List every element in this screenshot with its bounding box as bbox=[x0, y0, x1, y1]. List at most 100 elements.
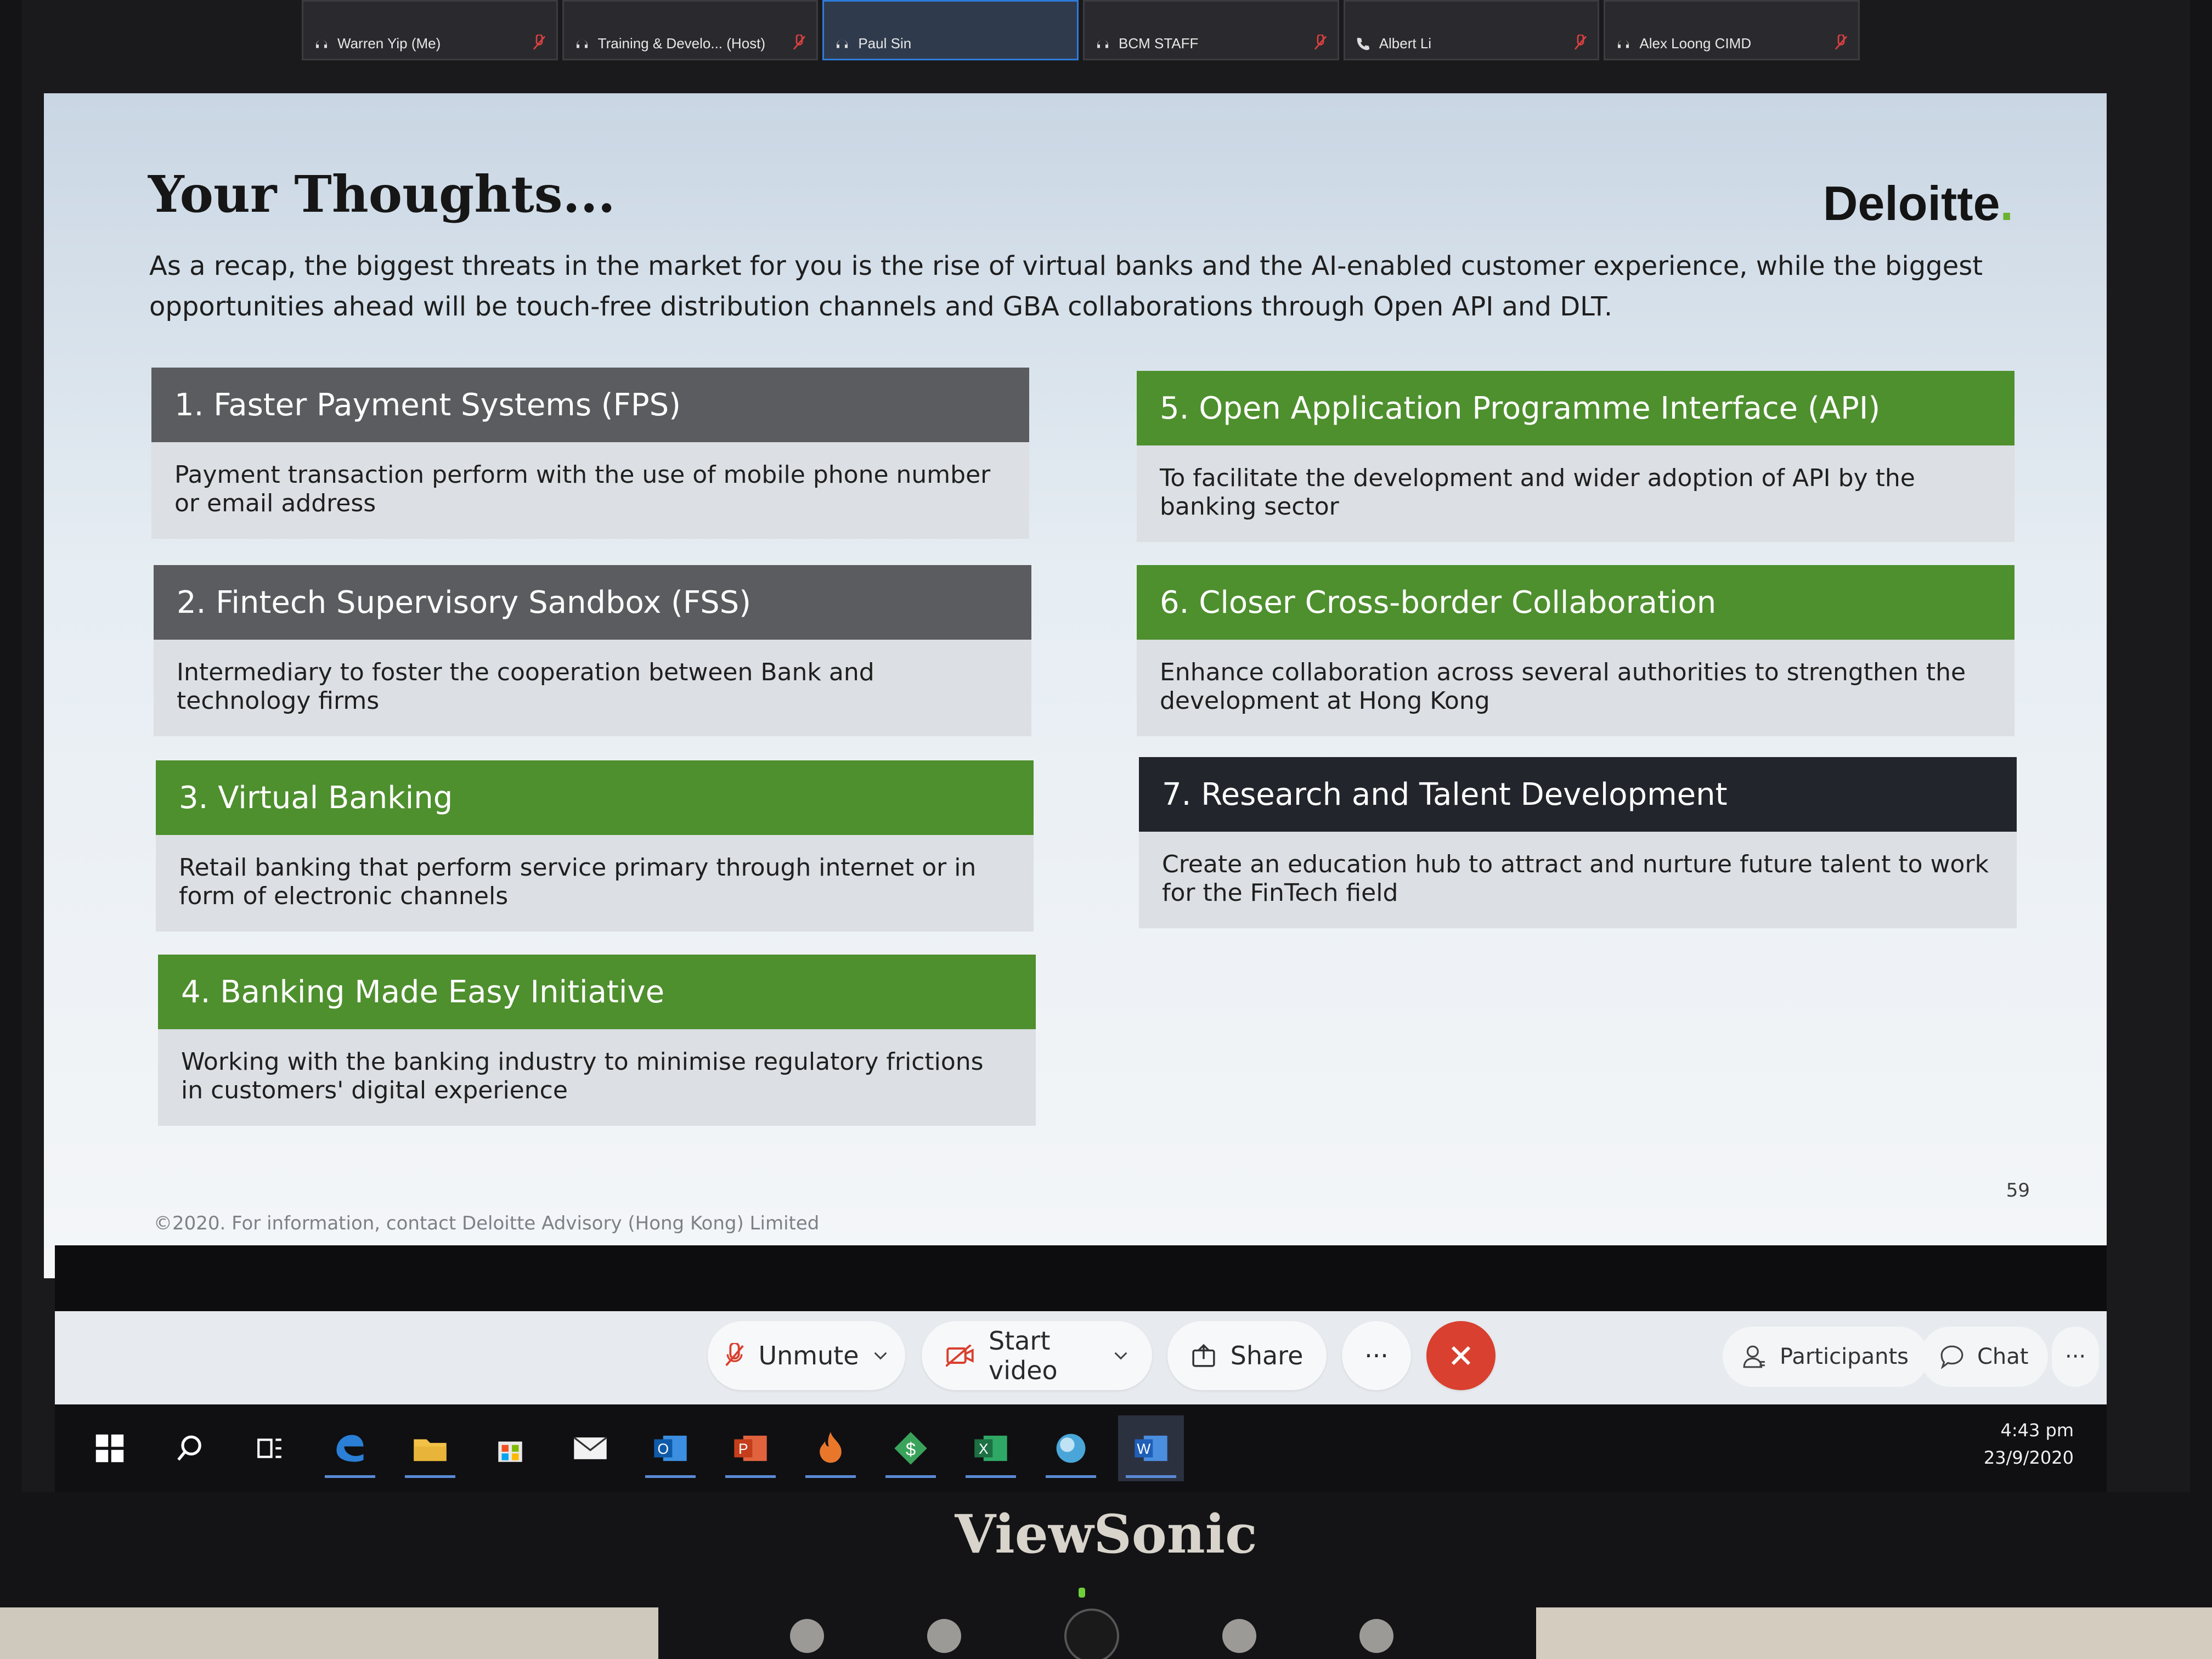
meeting-divider-bar bbox=[55, 1245, 2107, 1322]
headset-icon bbox=[1097, 40, 1109, 48]
logo-dot: . bbox=[2000, 176, 2013, 230]
card-body: Intermediary to foster the cooperation b… bbox=[154, 640, 1031, 736]
participant-strip: Warren Yip (Me) Training & Develo... (Ho… bbox=[302, 0, 1860, 60]
desk-surface bbox=[1536, 1607, 2212, 1659]
svg-text:O: O bbox=[658, 1441, 669, 1457]
microsoft-store-icon[interactable] bbox=[477, 1415, 543, 1481]
power-led bbox=[1079, 1588, 1085, 1598]
running-indicator bbox=[325, 1475, 375, 1478]
svg-text:$: $ bbox=[906, 1439, 916, 1459]
participant-tile[interactable]: Warren Yip (Me) bbox=[302, 0, 558, 60]
monitor-button[interactable] bbox=[927, 1619, 961, 1653]
topic-card: 1. Faster Payment Systems (FPS) Payment … bbox=[151, 368, 1029, 539]
slide-intro: As a recap, the biggest threats in the m… bbox=[149, 251, 1983, 322]
search-icon[interactable] bbox=[157, 1415, 223, 1481]
slide-page-number: 59 bbox=[2006, 1180, 2030, 1201]
phone-icon bbox=[1357, 37, 1369, 50]
more-options-button[interactable]: ··· bbox=[1342, 1321, 1411, 1390]
edge-browser-icon[interactable] bbox=[317, 1415, 383, 1481]
card-body: Create an education hub to attract and n… bbox=[1139, 832, 2017, 928]
slide-footer: ©2020. For information, contact Deloitte… bbox=[154, 1212, 820, 1234]
task-view-icon[interactable] bbox=[237, 1415, 303, 1481]
topic-card: 5. Open Application Programme Interface … bbox=[1137, 371, 2015, 542]
start-video-button[interactable]: Start video bbox=[922, 1321, 1152, 1390]
card-body: Retail banking that perform service prim… bbox=[156, 835, 1034, 932]
logo-text: Deloitte bbox=[1822, 176, 2000, 230]
chevron-down-icon[interactable] bbox=[1114, 1351, 1128, 1361]
share-label: Share bbox=[1230, 1341, 1304, 1370]
monitor-brand-logo: ViewSonic bbox=[955, 1503, 1257, 1565]
running-indicator bbox=[725, 1475, 776, 1478]
participant-tile[interactable]: Alex Loong CIMD bbox=[1604, 0, 1860, 60]
clock-date: 23/9/2020 bbox=[1983, 1447, 2074, 1468]
file-explorer-icon[interactable] bbox=[397, 1415, 463, 1481]
word-icon[interactable]: W bbox=[1118, 1415, 1184, 1481]
card-title: 2. Fintech Supervisory Sandbox (FSS) bbox=[154, 565, 1031, 640]
running-indicator bbox=[1046, 1475, 1096, 1478]
chat-button[interactable]: Chat bbox=[1920, 1327, 2049, 1387]
participant-tile[interactable]: BCM STAFF bbox=[1083, 0, 1339, 60]
participant-tile[interactable]: Albert Li bbox=[1343, 0, 1600, 60]
unmute-label: Unmute bbox=[758, 1341, 859, 1370]
card-body: Enhance collaboration across several aut… bbox=[1137, 640, 2015, 736]
muted-mic-icon bbox=[1835, 35, 1848, 50]
excel-icon[interactable]: X bbox=[958, 1415, 1024, 1481]
monitor-button[interactable] bbox=[790, 1619, 824, 1653]
desk-surface bbox=[0, 1607, 658, 1659]
svg-text:P: P bbox=[738, 1441, 748, 1457]
monitor-buttons bbox=[790, 1609, 1393, 1659]
slide-title: Your Thoughts... bbox=[148, 165, 616, 224]
headset-icon bbox=[316, 40, 327, 48]
running-indicator bbox=[645, 1475, 696, 1478]
overflow-label: ··· bbox=[2065, 1344, 2086, 1369]
monitor: Warren Yip (Me) Training & Develo... (Ho… bbox=[0, 0, 2212, 1659]
start-video-label: Start video bbox=[989, 1326, 1058, 1385]
headset-icon bbox=[837, 40, 848, 48]
card-title: 3. Virtual Banking bbox=[156, 760, 1034, 835]
running-indicator bbox=[805, 1475, 856, 1478]
unmute-button[interactable]: Unmute bbox=[708, 1321, 905, 1390]
more-label: ··· bbox=[1364, 1341, 1389, 1370]
chevron-down-icon[interactable] bbox=[873, 1351, 888, 1361]
globe-app-icon[interactable] bbox=[1038, 1415, 1104, 1481]
dollar-app-icon[interactable]: $ bbox=[878, 1415, 944, 1481]
card-body: To facilitate the development and wider … bbox=[1137, 445, 2015, 542]
powerpoint-icon[interactable]: P bbox=[718, 1415, 783, 1481]
outlook-icon[interactable]: O bbox=[637, 1415, 703, 1481]
card-title: 5. Open Application Programme Interface … bbox=[1137, 371, 2015, 445]
mail-icon[interactable] bbox=[557, 1415, 623, 1481]
participants-button[interactable]: Participants bbox=[1723, 1327, 1928, 1387]
participant-name: Warren Yip (Me) bbox=[337, 35, 441, 52]
monitor-power-button[interactable] bbox=[1064, 1609, 1119, 1659]
monitor-button[interactable] bbox=[1222, 1619, 1256, 1653]
card-title: 1. Faster Payment Systems (FPS) bbox=[151, 368, 1029, 442]
toolbar-overflow-button[interactable]: ··· bbox=[2052, 1327, 2100, 1387]
topic-card: 7. Research and Talent Development Creat… bbox=[1139, 757, 2017, 928]
participant-tile[interactable]: Training & Develo... (Host) bbox=[562, 0, 819, 60]
windows-start-icon[interactable] bbox=[77, 1415, 143, 1481]
topic-card: 6. Closer Cross-border Collaboration Enh… bbox=[1137, 565, 2015, 736]
leave-meeting-button[interactable] bbox=[1426, 1321, 1496, 1390]
participant-tile-active-speaker[interactable]: Paul Sin bbox=[822, 0, 1079, 60]
topic-card: 3. Virtual Banking Retail banking that p… bbox=[156, 760, 1034, 932]
share-screen-icon bbox=[1192, 1344, 1215, 1367]
muted-mic-icon bbox=[1575, 35, 1587, 50]
running-indicator bbox=[1126, 1475, 1176, 1478]
card-body: Payment transaction perform with the use… bbox=[151, 442, 1029, 539]
muted-mic-icon bbox=[793, 35, 806, 50]
muted-mic-icon bbox=[725, 1343, 744, 1367]
system-clock[interactable]: 4:43 pm 23/9/2020 bbox=[1984, 1417, 2074, 1471]
svg-text:X: X bbox=[979, 1441, 989, 1457]
running-indicator bbox=[966, 1475, 1016, 1478]
headset-icon bbox=[576, 40, 588, 48]
close-icon bbox=[1451, 1346, 1471, 1365]
shared-slide: Your Thoughts... Deloitte. As a recap, t… bbox=[44, 93, 2107, 1278]
screen: Warren Yip (Me) Training & Develo... (Ho… bbox=[22, 0, 2190, 1492]
participant-name: Training & Develo... (Host) bbox=[597, 35, 766, 52]
share-button[interactable]: Share bbox=[1167, 1321, 1327, 1390]
running-indicator bbox=[405, 1475, 455, 1478]
monitor-button[interactable] bbox=[1359, 1619, 1393, 1653]
flame-app-icon[interactable] bbox=[798, 1415, 864, 1481]
deloitte-logo: Deloitte. bbox=[1823, 176, 2013, 232]
topic-card: 4. Banking Made Easy Initiative Working … bbox=[158, 955, 1036, 1126]
